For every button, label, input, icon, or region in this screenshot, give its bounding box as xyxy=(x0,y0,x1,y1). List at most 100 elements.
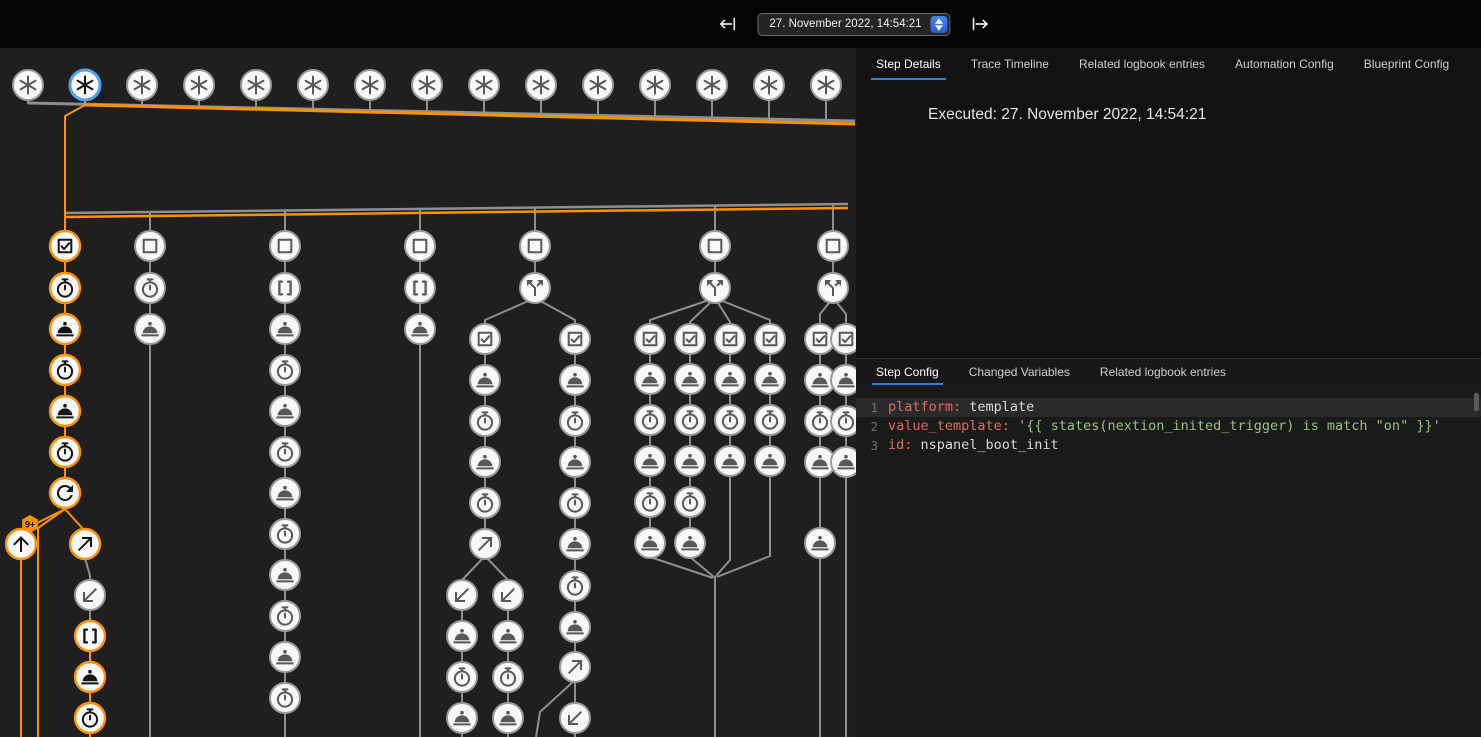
trace-node-timer[interactable] xyxy=(75,703,105,733)
trace-node-timer[interactable] xyxy=(493,662,523,692)
tab-blueprint-config[interactable]: Blueprint Config xyxy=(1364,57,1449,80)
trace-node-service[interactable] xyxy=(560,612,590,642)
trace-node-timer[interactable] xyxy=(270,355,300,385)
trace-node-timer[interactable] xyxy=(270,683,300,713)
tab-changed-variables[interactable]: Changed Variables xyxy=(969,359,1070,385)
trace-node-timer[interactable] xyxy=(447,662,477,692)
trace-node-arrow-top-right[interactable] xyxy=(470,529,500,559)
trace-node-timer[interactable] xyxy=(270,437,300,467)
trace-node-arrow-up[interactable] xyxy=(6,529,36,559)
trace-node-timer[interactable] xyxy=(635,487,665,517)
trace-node-call-split[interactable] xyxy=(818,273,848,303)
trace-node-timer[interactable] xyxy=(715,405,745,435)
trace-node-refresh[interactable] xyxy=(50,478,80,508)
tab-related-logbook-entries-bottom[interactable]: Related logbook entries xyxy=(1100,359,1226,385)
trace-node-asterisk[interactable] xyxy=(355,70,385,100)
trace-node-timer[interactable] xyxy=(635,405,665,435)
trace-node-timer[interactable] xyxy=(831,406,856,436)
trace-node-service[interactable] xyxy=(635,528,665,558)
trace-node-timer[interactable] xyxy=(270,519,300,549)
trace-node-service[interactable] xyxy=(270,396,300,426)
trace-node-timer[interactable] xyxy=(560,488,590,518)
tab-trace-timeline[interactable]: Trace Timeline xyxy=(971,57,1049,80)
trace-node-arrow-bottom-left[interactable] xyxy=(75,580,105,610)
trace-node-service[interactable] xyxy=(405,314,435,344)
trace-node-timer[interactable] xyxy=(50,437,80,467)
trace-node-timer[interactable] xyxy=(50,273,80,303)
trace-node-checkbox[interactable] xyxy=(520,231,550,261)
trace-node-service[interactable] xyxy=(675,446,705,476)
trace-node-timer[interactable] xyxy=(50,355,80,385)
trace-node-timer[interactable] xyxy=(560,406,590,436)
trace-node-asterisk[interactable] xyxy=(298,70,328,100)
trace-node-service[interactable] xyxy=(831,365,856,395)
trace-node-timer[interactable] xyxy=(755,405,785,435)
trace-node-service[interactable] xyxy=(675,528,705,558)
trace-node-timer[interactable] xyxy=(470,406,500,436)
editor-scrollbar[interactable] xyxy=(1474,393,1479,411)
trace-node-service[interactable] xyxy=(635,364,665,394)
trace-node-arrow-top-right[interactable] xyxy=(70,529,100,559)
trace-node-service[interactable] xyxy=(270,478,300,508)
trace-node-asterisk[interactable] xyxy=(583,70,613,100)
trace-node-asterisk[interactable] xyxy=(241,70,271,100)
trace-node-asterisk[interactable] xyxy=(469,70,499,100)
trace-node-asterisk[interactable] xyxy=(412,70,442,100)
tab-step-details[interactable]: Step Details xyxy=(876,57,941,80)
trace-node-service[interactable] xyxy=(715,446,745,476)
trace-node-checkbox-checked[interactable] xyxy=(50,231,80,261)
trace-node-checkbox-checked[interactable] xyxy=(470,324,500,354)
trace-node-checkbox-checked[interactable] xyxy=(715,324,745,354)
trace-node-service[interactable] xyxy=(560,365,590,395)
trace-node-code-brackets[interactable] xyxy=(405,273,435,303)
trace-node-asterisk[interactable] xyxy=(70,70,100,100)
trace-node-asterisk[interactable] xyxy=(754,70,784,100)
trace-node-asterisk[interactable] xyxy=(811,70,841,100)
trace-node-code-brackets[interactable] xyxy=(75,621,105,651)
trace-node-call-split[interactable] xyxy=(520,273,550,303)
trace-node-service[interactable] xyxy=(447,621,477,651)
trace-node-timer[interactable] xyxy=(675,405,705,435)
trace-node-arrow-bottom-left[interactable] xyxy=(447,580,477,610)
trace-node-service[interactable] xyxy=(635,446,665,476)
trace-node-service[interactable] xyxy=(560,447,590,477)
trace-node-checkbox-checked[interactable] xyxy=(635,324,665,354)
trace-node-checkbox[interactable] xyxy=(135,231,165,261)
trace-node-asterisk[interactable] xyxy=(697,70,727,100)
trace-node-service[interactable] xyxy=(831,447,856,477)
trace-node-service[interactable] xyxy=(75,662,105,692)
trace-node-arrow-bottom-left[interactable] xyxy=(560,703,590,733)
run-select[interactable]: 27. November 2022, 14:54:21 xyxy=(757,13,950,36)
trace-node-service[interactable] xyxy=(755,446,785,476)
tab-related-logbook-entries[interactable]: Related logbook entries xyxy=(1079,57,1205,80)
trace-node-checkbox-checked[interactable] xyxy=(675,324,705,354)
trace-node-service[interactable] xyxy=(493,703,523,733)
trace-node-arrow-bottom-left[interactable] xyxy=(493,580,523,610)
trace-node-call-split[interactable] xyxy=(700,273,730,303)
trace-node-service[interactable] xyxy=(135,314,165,344)
trace-node-service[interactable] xyxy=(805,528,835,558)
trace-node-timer[interactable] xyxy=(270,601,300,631)
trace-node-timer[interactable] xyxy=(560,571,590,601)
trace-node-checkbox[interactable] xyxy=(405,231,435,261)
trace-node-checkbox[interactable] xyxy=(818,231,848,261)
trace-node-service[interactable] xyxy=(493,621,523,651)
trace-node-service[interactable] xyxy=(50,396,80,426)
trace-node-service[interactable] xyxy=(755,364,785,394)
trace-node-service[interactable] xyxy=(560,529,590,559)
trace-node-asterisk[interactable] xyxy=(526,70,556,100)
trace-node-checkbox-checked[interactable] xyxy=(831,324,856,354)
previous-run-button[interactable] xyxy=(715,12,739,36)
trace-node-service[interactable] xyxy=(470,365,500,395)
trace-node-arrow-top-right[interactable] xyxy=(560,652,590,682)
trace-node-service[interactable] xyxy=(270,314,300,344)
trace-node-timer[interactable] xyxy=(675,487,705,517)
trace-node-checkbox[interactable] xyxy=(700,231,730,261)
tab-step-config[interactable]: Step Config xyxy=(876,359,939,385)
trace-node-asterisk[interactable] xyxy=(640,70,670,100)
trace-node-timer[interactable] xyxy=(470,488,500,518)
trace-node-service[interactable] xyxy=(447,703,477,733)
trace-node-checkbox[interactable] xyxy=(270,231,300,261)
trace-node-asterisk[interactable] xyxy=(184,70,214,100)
tab-automation-config[interactable]: Automation Config xyxy=(1235,57,1334,80)
